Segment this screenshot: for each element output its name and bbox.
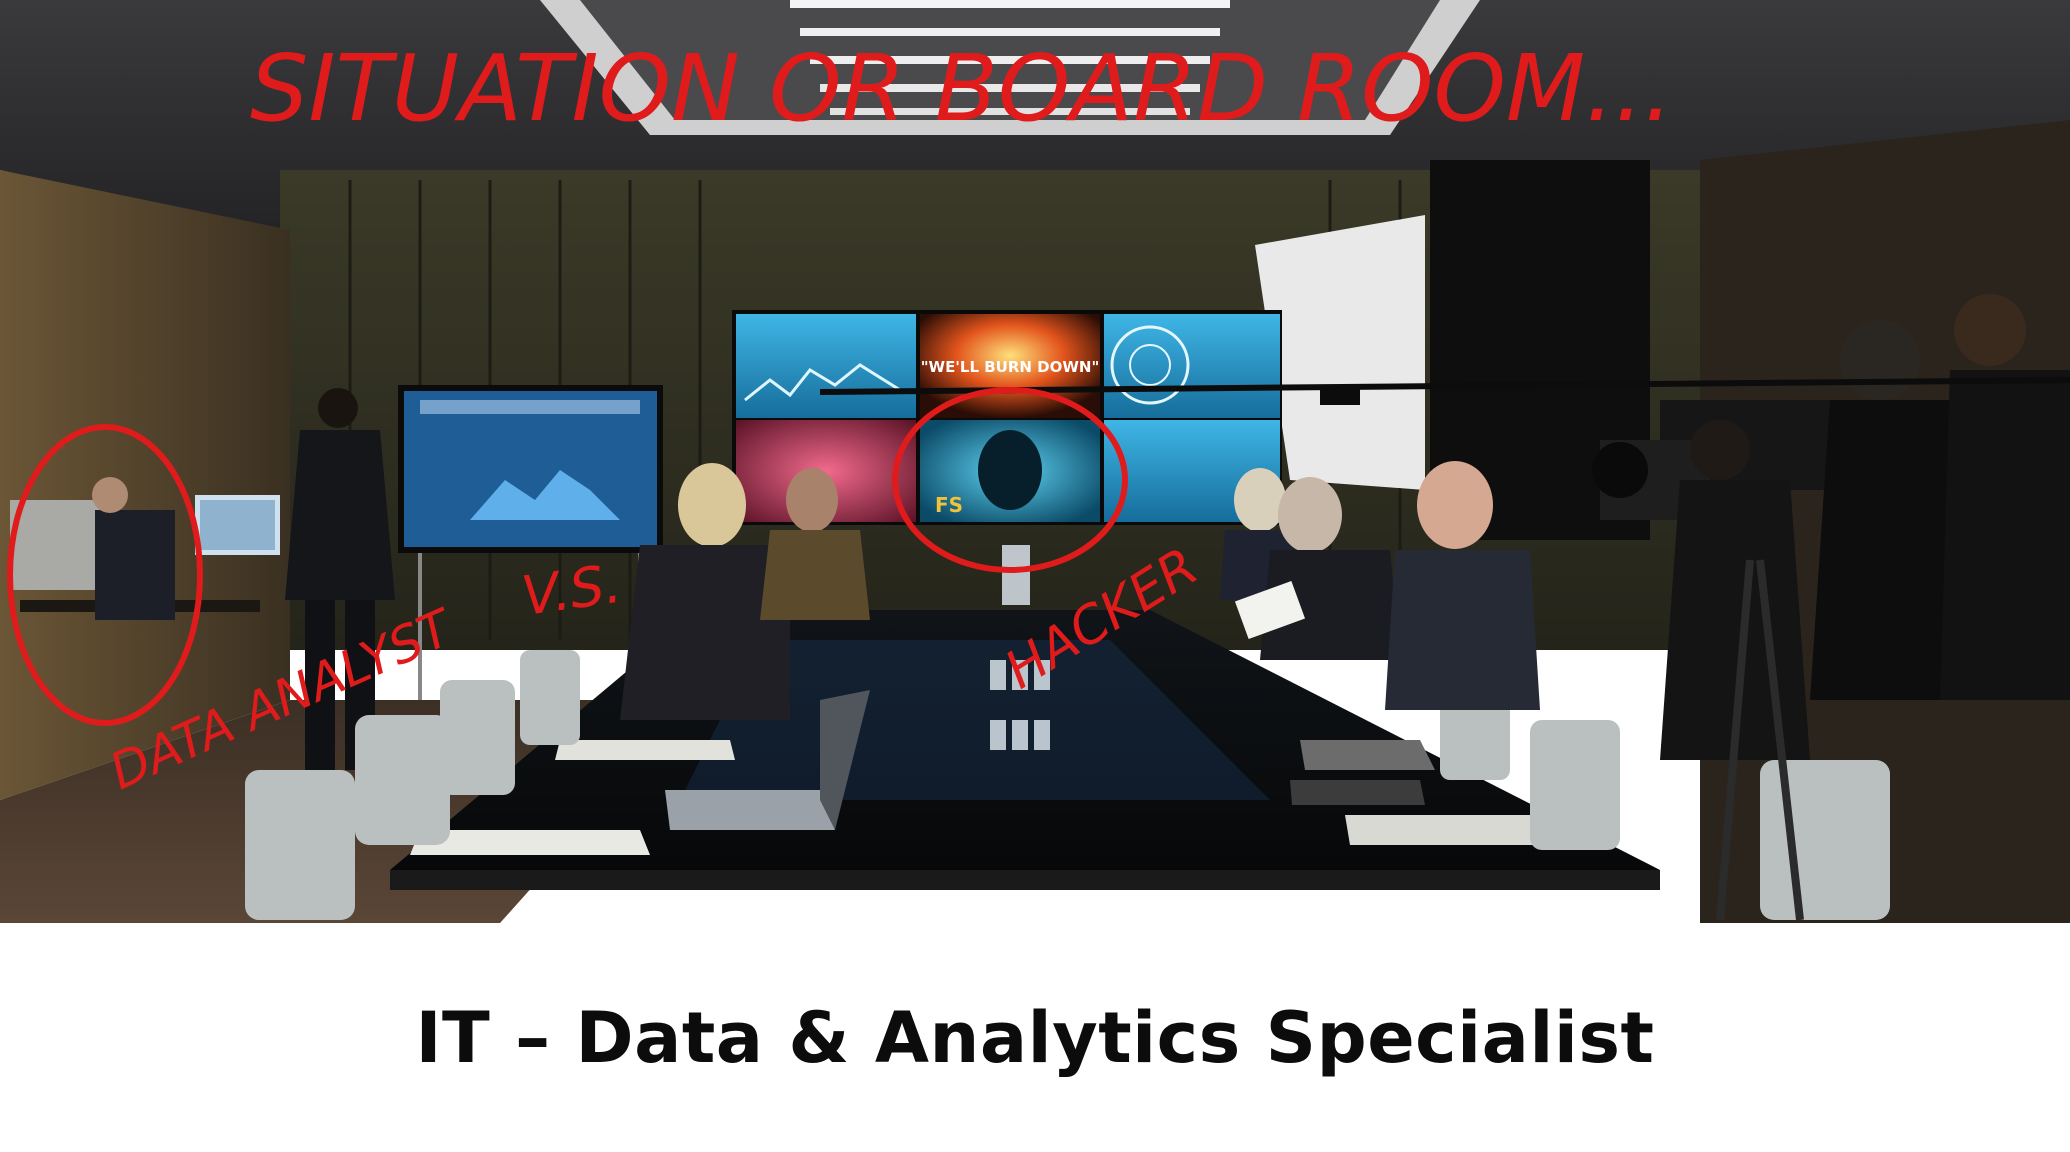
video-wall-quote: "WE'LL BURN DOWN"	[921, 358, 1100, 376]
page-title: IT – Data & Analytics Specialist	[415, 997, 1655, 1079]
title-annotation: SITUATION OR BOARD ROOM...	[250, 35, 1673, 142]
video-wall-chart-screen	[736, 314, 916, 418]
situation-room-photo: "WE'LL BURN DOWN" FS SITUATION OR BOARD …	[0, 0, 2070, 923]
hacker-logo-text: FS	[935, 493, 963, 517]
